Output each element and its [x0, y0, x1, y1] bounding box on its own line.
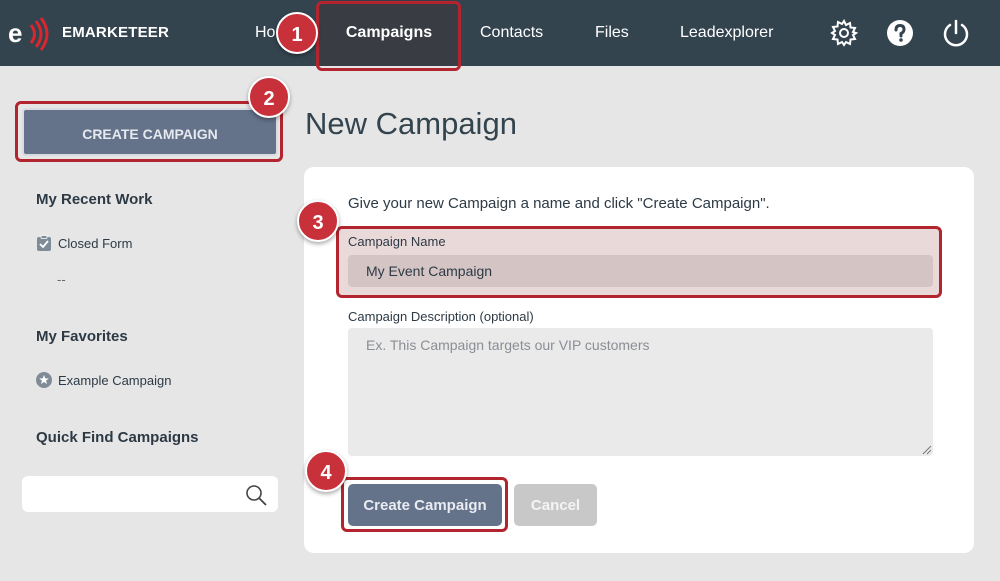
campaign-description-label: Campaign Description (optional): [348, 309, 534, 324]
create-campaign-button[interactable]: CREATE CAMPAIGN: [22, 108, 278, 156]
campaign-description-input[interactable]: [348, 328, 933, 456]
brand-name: EMARKETEER: [62, 24, 170, 41]
gear-icon[interactable]: [829, 18, 859, 48]
recent-item-label: Closed Form: [58, 235, 133, 251]
page-title: New Campaign: [305, 106, 517, 141]
help-icon[interactable]: [885, 18, 915, 48]
quick-find-search-input[interactable]: [22, 476, 278, 512]
clipboard-check-icon: [37, 235, 51, 251]
step-badge-4: 4: [305, 450, 347, 492]
step-badge-2: 2: [248, 76, 290, 118]
cancel-button[interactable]: Cancel: [514, 484, 597, 526]
quick-find-heading: Quick Find Campaigns: [36, 429, 199, 446]
favorites-heading: My Favorites: [36, 328, 128, 345]
nav-files[interactable]: Files: [595, 0, 629, 66]
logo-e: e: [8, 18, 23, 48]
campaign-name-input[interactable]: [348, 255, 933, 287]
step-badge-3: 3: [297, 200, 339, 242]
nav-leadexplorer[interactable]: Leadexplorer: [680, 0, 773, 66]
favorite-item-label: Example Campaign: [58, 372, 172, 388]
top-nav-bar: e EMARKETEER Home Campaigns Contacts Fil…: [0, 0, 1000, 66]
recent-item[interactable]: Closed Form: [36, 235, 132, 251]
logo-mark: e: [8, 14, 49, 51]
search-icon[interactable]: [244, 483, 268, 507]
campaign-name-label: Campaign Name: [348, 234, 446, 249]
brand-logo[interactable]: e EMARKETEER: [8, 14, 169, 51]
create-campaign-submit-button[interactable]: Create Campaign: [348, 484, 502, 526]
star-icon: [36, 372, 52, 388]
instruction-text: Give your new Campaign a name and click …: [348, 195, 770, 212]
nav-campaigns[interactable]: Campaigns: [320, 0, 458, 66]
power-icon[interactable]: [941, 18, 971, 48]
recent-placeholder: --: [57, 272, 66, 287]
step-badge-1: 1: [276, 12, 318, 54]
broadcast-waves-icon: [29, 17, 49, 51]
nav-contacts[interactable]: Contacts: [480, 0, 543, 66]
resize-grip-icon[interactable]: [922, 445, 932, 455]
recent-work-heading: My Recent Work: [36, 191, 153, 208]
favorite-item[interactable]: Example Campaign: [36, 372, 171, 388]
